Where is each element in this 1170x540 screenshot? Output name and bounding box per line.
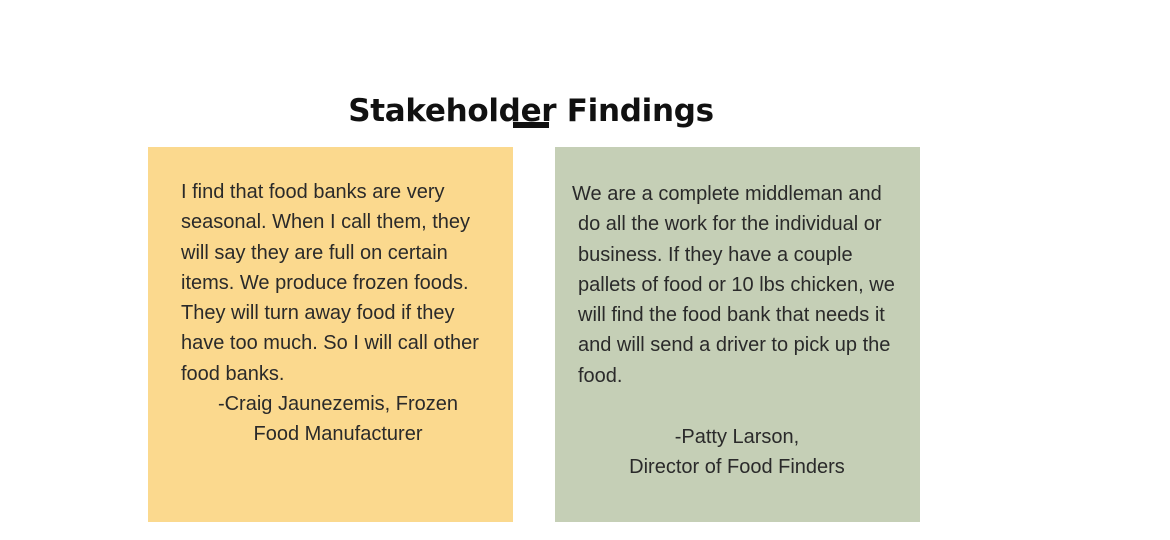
quote-text: I find that food banks are very seasonal… xyxy=(181,181,479,385)
attribution-role: Director of Food Finders xyxy=(629,456,845,479)
quote-attribution: -Patty Larson, Director of Food Finders xyxy=(572,422,902,483)
title-underline xyxy=(513,122,549,128)
stakeholder-card-patty: We are a complete middleman and do all t… xyxy=(555,147,920,522)
attribution-role: Food Manufacturer xyxy=(253,423,423,446)
attribution-name: -Craig Jaunezemis, Frozen xyxy=(217,393,459,416)
stakeholder-card-craig: I find that food banks are very seasonal… xyxy=(148,147,513,522)
attribution-name: -Patty Larson, xyxy=(674,426,800,449)
quote-text: We are a complete middleman and do all t… xyxy=(572,183,895,387)
quote-attribution: -Craig Jaunezemis, Frozen Food Manufactu… xyxy=(181,389,487,450)
